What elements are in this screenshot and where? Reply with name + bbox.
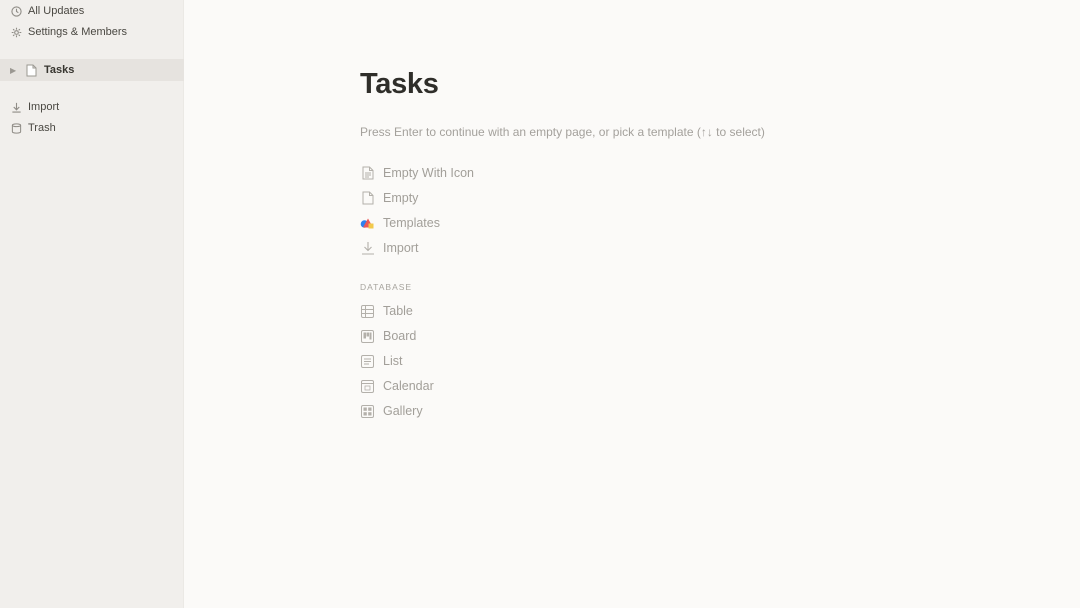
app-window: All Updates Settings & Members ▶ Tasks I… [0,0,1080,608]
database-section-label: DATABASE [360,282,413,292]
option-templates[interactable]: Templates [360,213,440,233]
sidebar-item-label: Tasks [44,64,75,76]
sidebar: All Updates Settings & Members ▶ Tasks I… [0,0,184,608]
option-label: Templates [383,216,440,230]
option-import[interactable]: Import [360,238,418,258]
option-label: Empty With Icon [383,166,474,180]
board-icon [360,329,375,344]
option-label: Table [383,304,413,318]
clock-icon [9,4,23,18]
option-board[interactable]: Board [360,326,416,346]
option-calendar[interactable]: Calendar [360,376,434,396]
option-label: List [383,354,403,368]
sidebar-item-label: Settings & Members [28,26,128,38]
option-label: Gallery [383,404,423,418]
download-icon [9,100,23,114]
sidebar-item-label: All Updates [28,5,85,17]
templates-icon [360,216,375,231]
page-icon [360,191,375,206]
sidebar-item-import[interactable]: Import [0,96,184,118]
option-list[interactable]: List [360,351,402,371]
option-label: Calendar [383,379,434,393]
option-label: Import [383,241,419,255]
page-icon [24,63,38,77]
sidebar-item-trash[interactable]: Trash [0,117,184,139]
table-icon [360,304,375,319]
template-hint: Press Enter to continue with an empty pa… [360,125,765,139]
trash-icon [9,121,23,135]
chevron-right-icon[interactable]: ▶ [10,66,20,75]
option-gallery[interactable]: Gallery [360,401,423,421]
sidebar-item-settings[interactable]: Settings & Members [0,21,184,43]
sidebar-item-page-tasks[interactable]: ▶ Tasks [0,59,184,81]
gallery-icon [360,404,375,419]
calendar-icon [360,379,375,394]
list-icon [360,354,375,369]
page-title[interactable]: Tasks [360,68,439,101]
main-content: Tasks Press Enter to continue with an em… [184,0,1080,608]
sidebar-item-label: Trash [28,122,56,134]
import-icon [360,241,375,256]
option-label: Empty [383,191,419,205]
option-table[interactable]: Table [360,301,413,321]
gear-icon [9,25,23,39]
option-empty-with-icon[interactable]: Empty With Icon [360,163,474,183]
sidebar-item-all-updates[interactable]: All Updates [0,0,184,22]
option-empty[interactable]: Empty [360,188,418,208]
page-with-icon-icon [360,166,375,181]
sidebar-item-label: Import [28,101,60,113]
option-label: Board [383,329,417,343]
